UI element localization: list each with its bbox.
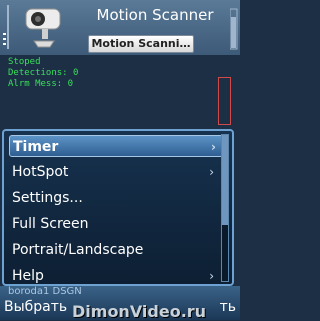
- chevron-right-icon: ›: [209, 165, 214, 179]
- status-detections: Detections: 0: [8, 68, 79, 78]
- menu-item-label: Portrait/Landscape: [12, 242, 144, 258]
- menu-item-label: Settings...: [12, 190, 83, 206]
- menu-item-timer[interactable]: Timer ›: [9, 135, 223, 157]
- title-bar: Motion Scanner Motion Scanni…: [0, 0, 240, 55]
- menu-item-label: Full Screen: [12, 216, 89, 232]
- menu-item-hotspot[interactable]: HotSpot ›: [12, 161, 220, 183]
- menu-item-label: Timer: [13, 139, 59, 155]
- camera-icon: [20, 3, 68, 51]
- motion-level-meter: [218, 77, 231, 125]
- status-alarm-messages: Alrm Mess: 0: [8, 79, 74, 89]
- app-title: Motion Scanner: [96, 6, 214, 24]
- chevron-right-icon: ›: [209, 269, 214, 283]
- softkey-select[interactable]: Выбрать: [4, 299, 67, 315]
- options-menu: Timer › HotSpot › Settings... Full Scree…: [2, 129, 234, 286]
- status-area: Stoped Detections: 0 Alrm Mess: 0: [0, 55, 240, 130]
- menu-item-settings[interactable]: Settings...: [12, 187, 220, 209]
- menu-item-portrait-landscape[interactable]: Portrait/Landscape: [12, 239, 220, 261]
- battery-icon: [229, 3, 238, 51]
- menu-item-label: HotSpot: [12, 164, 69, 180]
- document-name-box: Motion Scanni…: [88, 35, 194, 53]
- chevron-right-icon: ›: [211, 140, 216, 154]
- menu-scrollbar[interactable]: [221, 134, 229, 282]
- brand-label: boroda1 DSGN: [8, 286, 82, 297]
- menu-item-label: Help: [12, 268, 44, 284]
- menu-item-help[interactable]: Help ›: [12, 265, 220, 287]
- softkey-right[interactable]: ть: [220, 299, 236, 315]
- menu-scroll-thumb[interactable]: [222, 135, 228, 225]
- menu-item-full-screen[interactable]: Full Screen: [12, 213, 220, 235]
- status-state: Stoped: [8, 57, 41, 67]
- watermark: DimonVideo.ru: [72, 302, 207, 321]
- signal-strength-icon: [2, 3, 10, 51]
